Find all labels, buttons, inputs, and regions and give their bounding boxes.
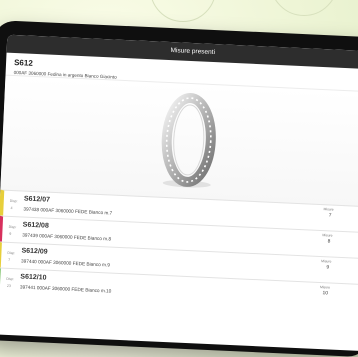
sku-label: Disp: <box>9 198 18 204</box>
misure-value: 10 <box>322 291 329 297</box>
misure-label: Misure <box>321 259 332 264</box>
modal: Misure presenti ✕ S612 000AF 3060000 Fed… <box>0 34 358 352</box>
sku-value: 7 <box>8 257 11 262</box>
row-article: 397439 000AF 3060000 FEDE Bianco m.8 <box>22 232 112 242</box>
misure-value: 7 <box>328 213 332 219</box>
row-code: S612/09 <box>21 247 48 256</box>
row-code: S612/07 <box>23 195 51 204</box>
misure-label: Misure <box>322 233 333 238</box>
misure-label: Misure <box>319 285 331 290</box>
sku-label: Disp: <box>6 276 15 282</box>
row-article: 397438 000AF 3060000 FEDE Bianco m.7 <box>23 206 113 216</box>
sku-value: 4 <box>10 205 13 211</box>
misure-value: 8 <box>327 239 331 245</box>
misure-label: Misure <box>323 207 334 212</box>
background-circle-left <box>150 0 216 22</box>
row-article: 397441 000AF 3060000 FEDE Bianco m.10 <box>19 284 112 294</box>
misure-value: 9 <box>326 265 330 271</box>
row-code: S612/08 <box>22 221 49 230</box>
row-article: 397440 000AF 3060000 FEDE Bianco m.9 <box>20 258 110 268</box>
sizes-list: Disp: 4 S612/07 397438 000AF 3060000 FED… <box>0 189 358 311</box>
sku-label: Disp: <box>8 224 17 230</box>
ring-icon <box>161 92 216 188</box>
row-code: S612/10 <box>20 273 47 282</box>
sku-label: Disp: <box>7 250 16 256</box>
sku-value: 23 <box>6 283 12 289</box>
background-circle-right <box>270 0 338 16</box>
tablet-scene: Misure presenti ✕ S612 000AF 3060000 Fed… <box>0 20 358 357</box>
product-image-area <box>0 74 358 208</box>
sku-value: 9 <box>9 231 12 237</box>
tablet-frame: Misure presenti ✕ S612 000AF 3060000 Fed… <box>0 20 358 357</box>
modal-title: Misure presenti <box>170 47 216 57</box>
